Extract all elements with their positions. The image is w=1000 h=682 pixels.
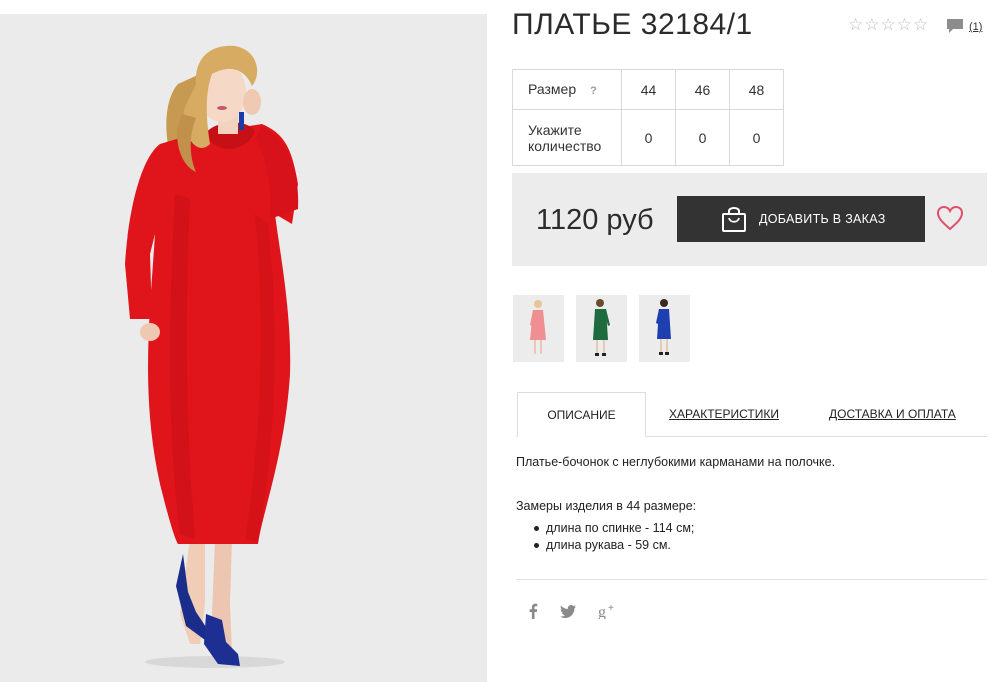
price: 1120 руб [536, 204, 654, 236]
variant-thumbnail-green[interactable] [576, 295, 627, 362]
svg-text:+: + [608, 603, 614, 614]
size-cell: 48 [729, 69, 784, 110]
heart-icon[interactable] [936, 205, 964, 236]
social-share: g + [528, 603, 618, 624]
star-icon[interactable]: ☆ [881, 16, 896, 34]
twitter-icon[interactable] [560, 604, 576, 623]
star-icon[interactable]: ☆ [897, 16, 912, 34]
quantity-input[interactable]: 0 [621, 109, 676, 166]
shopping-bag-icon [721, 205, 747, 233]
star-icon[interactable]: ☆ [864, 16, 879, 34]
add-to-order-button[interactable]: ДОБАВИТЬ В ЗАКАЗ [677, 196, 925, 242]
size-quantity-table: Размер? 44 46 48 Укажите количество 0 0 … [512, 69, 784, 166]
buy-box: 1120 руб ДОБАВИТЬ В ЗАКАЗ [512, 173, 987, 266]
comment-icon [947, 19, 963, 33]
list-item: длина по спинке - 114 см; [534, 520, 694, 537]
quantity-input[interactable]: 0 [729, 109, 784, 166]
google-plus-icon[interactable]: g + [598, 603, 618, 624]
tab-delivery-payment[interactable]: ДОСТАВКА И ОПЛАТА [829, 392, 956, 437]
size-cell: 44 [621, 69, 676, 110]
color-variants [513, 295, 690, 362]
product-title: ПЛАТЬЕ 32184/1 [512, 8, 753, 41]
divider [516, 579, 987, 580]
tab-characteristics[interactable]: ХАРАКТЕРИСТИКИ [669, 392, 779, 437]
measurements-title: Замеры изделия в 44 размере: [516, 499, 697, 513]
quantity-input[interactable]: 0 [675, 109, 730, 166]
star-icon[interactable]: ☆ [848, 16, 863, 34]
rating-stars[interactable]: ☆ ☆ ☆ ☆ ☆ [848, 16, 928, 34]
quantity-label: Укажите количество [512, 109, 622, 166]
variant-thumbnail-blue[interactable] [639, 295, 690, 362]
product-main-photo[interactable] [0, 14, 487, 682]
star-icon[interactable]: ☆ [913, 16, 928, 34]
size-help-icon[interactable]: ? [590, 85, 597, 97]
reviews-count[interactable]: (1) [969, 21, 982, 33]
measurements-list: длина по спинке - 114 см; длина рукава -… [534, 520, 694, 554]
product-tabs: ОПИСАНИЕ ХАРАКТЕРИСТИКИ ДОСТАВКА И ОПЛАТ… [516, 392, 987, 437]
size-cell: 46 [675, 69, 730, 110]
size-label: Размер [528, 80, 577, 97]
reviews-link[interactable]: (1) [946, 18, 982, 35]
svg-text:g: g [598, 604, 606, 619]
description-text: Платье-бочонок с неглубокими карманами н… [516, 455, 836, 469]
model-in-red-dress-image [125, 45, 299, 668]
tab-description[interactable]: ОПИСАНИЕ [517, 392, 646, 437]
add-to-order-label: ДОБАВИТЬ В ЗАКАЗ [759, 212, 886, 226]
size-label-cell: Размер? [512, 69, 622, 110]
list-item: длина рукава - 59 см. [534, 537, 694, 554]
variant-thumbnail-pink[interactable] [513, 295, 564, 362]
facebook-icon[interactable] [528, 603, 538, 624]
